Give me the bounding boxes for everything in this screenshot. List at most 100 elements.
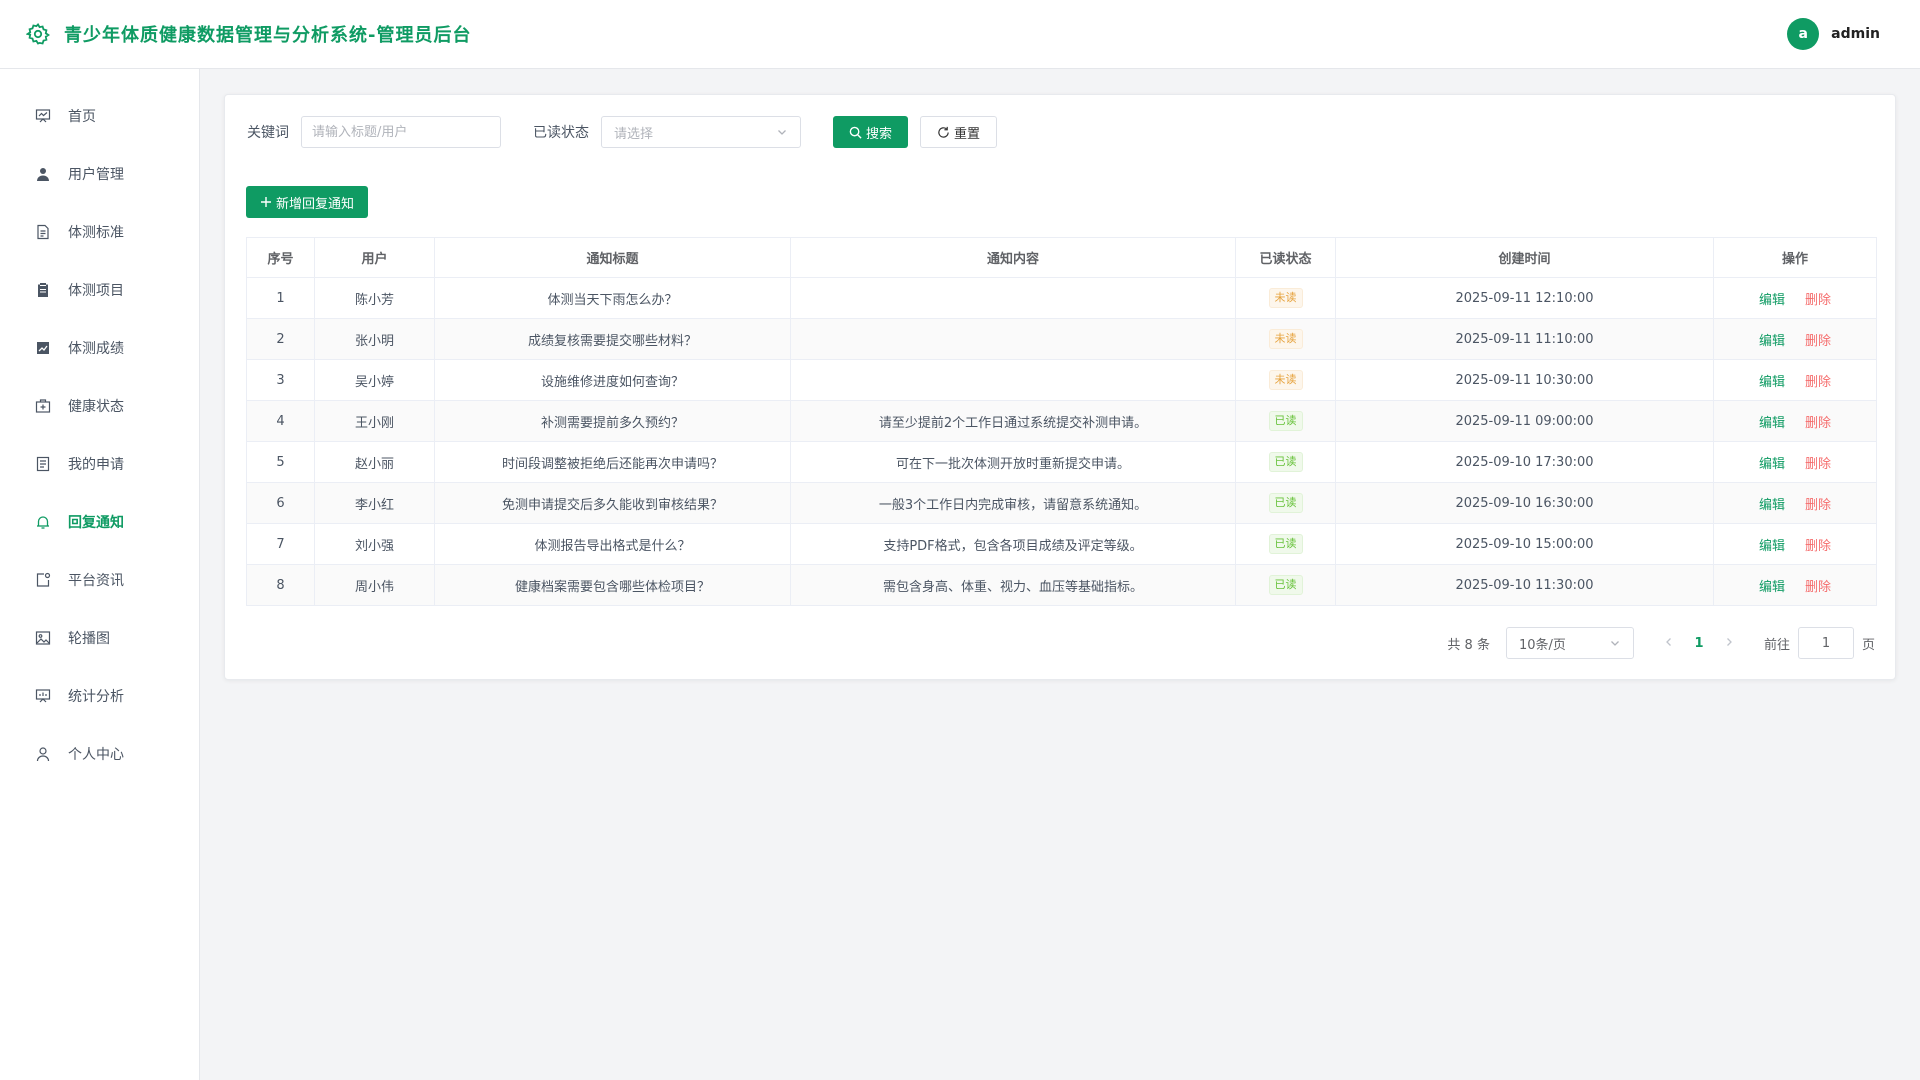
status-select[interactable]: 请选择	[601, 116, 801, 148]
edit-button[interactable]: 编辑	[1759, 375, 1785, 390]
sidebar-item-label: 统计分析	[68, 689, 124, 705]
row-title: 时间段调整被拒绝后还能再次申请吗？	[434, 441, 791, 483]
status-label: 已读状态	[533, 125, 589, 141]
sidebar-item[interactable]: 平台资讯	[0, 551, 199, 609]
search-button-label: 搜索	[866, 126, 893, 142]
row-index: 3	[246, 359, 315, 401]
row-content	[790, 318, 1236, 360]
delete-button[interactable]: 删除	[1805, 580, 1831, 595]
pagination: 共 8 条 10条/页 1 前往 页	[1447, 627, 1875, 659]
column-header: 操作	[1713, 237, 1877, 278]
sidebar: 首页用户管理 体测标准 体测项目体测成绩健康状态我的申请 回复通知平台资讯轮播图统计分…	[0, 69, 200, 1080]
edit-button[interactable]: 编辑	[1759, 498, 1785, 513]
row-title: 体测报告导出格式是什么？	[434, 523, 791, 565]
row-index: 4	[246, 400, 315, 442]
row-content: 支持PDF格式，包含各项目成绩及评定等级。	[790, 523, 1236, 565]
status-badge: 已读	[1268, 575, 1303, 595]
edit-button[interactable]: 编辑	[1759, 334, 1785, 349]
goto-label: 前往	[1763, 637, 1790, 653]
edit-button[interactable]: 编辑	[1759, 416, 1785, 431]
column-header: 通知标题	[434, 237, 791, 278]
delete-button[interactable]: 删除	[1805, 293, 1831, 308]
chevron-left-icon	[1666, 637, 1671, 646]
row-index: 5	[246, 441, 315, 483]
gear-icon	[24, 20, 52, 48]
row-actions: 编辑 删除	[1713, 400, 1877, 442]
prev-page-button[interactable]	[1654, 636, 1684, 651]
sidebar-item[interactable]: 首页	[0, 87, 199, 145]
row-created: 2025-09-10 11:30:00	[1335, 564, 1714, 606]
row-created: 2025-09-10 17:30:00	[1335, 441, 1714, 483]
document-icon	[34, 223, 52, 241]
status-badge: 已读	[1268, 534, 1303, 554]
row-status-cell: 已读	[1235, 441, 1336, 483]
delete-button[interactable]: 删除	[1805, 416, 1831, 431]
sidebar-item-label: 平台资讯	[68, 573, 124, 589]
row-actions: 编辑 删除	[1713, 523, 1877, 565]
page-unit-label: 页	[1861, 637, 1875, 653]
row-actions: 编辑 删除	[1713, 277, 1877, 319]
page-size-select[interactable]: 10条/页	[1505, 627, 1634, 659]
delete-button[interactable]: 删除	[1805, 498, 1831, 513]
row-created: 2025-09-11 10:30:00	[1335, 359, 1714, 401]
page-number[interactable]: 1	[1684, 636, 1714, 651]
row-created: 2025-09-10 16:30:00	[1335, 482, 1714, 524]
sidebar-item-label: 体测成绩	[68, 341, 124, 357]
row-index: 1	[246, 277, 315, 319]
sidebar-item[interactable]: 个人中心	[0, 725, 199, 783]
row-user: 吴小婷	[314, 359, 435, 401]
sidebar-item[interactable]: 健康状态	[0, 377, 199, 435]
form-icon	[34, 455, 52, 473]
delete-button[interactable]: 删除	[1805, 375, 1831, 390]
edit-button[interactable]: 编辑	[1759, 539, 1785, 554]
table-row: 8 周小伟 健康档案需要包含哪些体检项目？ 需包含身高、体重、视力、血压等基础指标。 已…	[246, 564, 1877, 606]
table-header-row: 序号 用户 通知标题 通知内容 已读状态 创建时间 操作	[246, 237, 1877, 278]
avatar[interactable]: a	[1787, 18, 1820, 50]
delete-button[interactable]: 删除	[1805, 539, 1831, 554]
row-status-cell: 已读	[1235, 523, 1336, 565]
bell-icon	[34, 513, 52, 531]
sidebar-item[interactable]: 体测项目	[0, 261, 199, 319]
table-row: 2 张小明 成绩复核需要提交哪些材料？ 未读 2025-09-11 11:10:00 编辑…	[246, 318, 1877, 360]
row-user: 刘小强	[314, 523, 435, 565]
sidebar-item[interactable]: 回复通知	[0, 493, 199, 551]
add-notice-button[interactable]: 新增回复通知	[246, 186, 369, 218]
page-size-value: 10条/页	[1518, 637, 1566, 653]
top-header: 青少年体质健康数据管理与分析系统-管理员后台 a admin	[0, 0, 1920, 69]
refresh-icon	[938, 126, 949, 138]
sidebar-item-label: 首页	[68, 109, 96, 125]
row-status-cell: 未读	[1235, 359, 1336, 401]
status-badge: 已读	[1268, 411, 1303, 431]
status-select-placeholder: 请选择	[614, 126, 654, 142]
user-menu[interactable]: a admin	[1787, 18, 1880, 50]
sidebar-item[interactable]: 体测标准	[0, 203, 199, 261]
row-user: 张小明	[314, 318, 435, 360]
search-button[interactable]: 搜索	[833, 116, 909, 148]
next-page-button[interactable]	[1714, 636, 1744, 651]
sidebar-item[interactable]: 用户管理	[0, 145, 199, 203]
status-badge: 已读	[1268, 493, 1303, 513]
keyword-input[interactable]	[301, 116, 501, 148]
edit-button[interactable]: 编辑	[1759, 580, 1785, 595]
sidebar-item[interactable]: 我的申请	[0, 435, 199, 493]
medical-kit-icon	[34, 397, 52, 415]
sidebar-item[interactable]: 体测成绩	[0, 319, 199, 377]
sidebar-item-label: 健康状态	[68, 399, 124, 415]
news-icon	[34, 571, 52, 589]
plus-icon	[261, 197, 271, 207]
reset-button[interactable]: 重置	[920, 116, 998, 148]
total-count: 共 8 条	[1447, 637, 1490, 653]
table-row: 6 李小红 免测申请提交后多久能收到审核结果？ 一般3个工作日内完成审核，请留意系统通…	[246, 482, 1877, 524]
edit-button[interactable]: 编辑	[1759, 457, 1785, 472]
sidebar-item[interactable]: 轮播图	[0, 609, 199, 667]
edit-button[interactable]: 编辑	[1759, 293, 1785, 308]
table-row: 5 赵小丽 时间段调整被拒绝后还能再次申请吗？ 可在下一批次体测开放时重新提交申请。 已…	[246, 441, 1877, 483]
sidebar-item[interactable]: 统计分析	[0, 667, 199, 725]
delete-button[interactable]: 删除	[1805, 457, 1831, 472]
row-actions: 编辑 删除	[1713, 564, 1877, 606]
row-index: 7	[246, 523, 315, 565]
goto-page-input[interactable]	[1797, 627, 1854, 659]
username[interactable]: admin	[1831, 26, 1880, 42]
delete-button[interactable]: 删除	[1805, 334, 1831, 349]
row-content: 请至少提前2个工作日通过系统提交补测申请。	[790, 400, 1236, 442]
